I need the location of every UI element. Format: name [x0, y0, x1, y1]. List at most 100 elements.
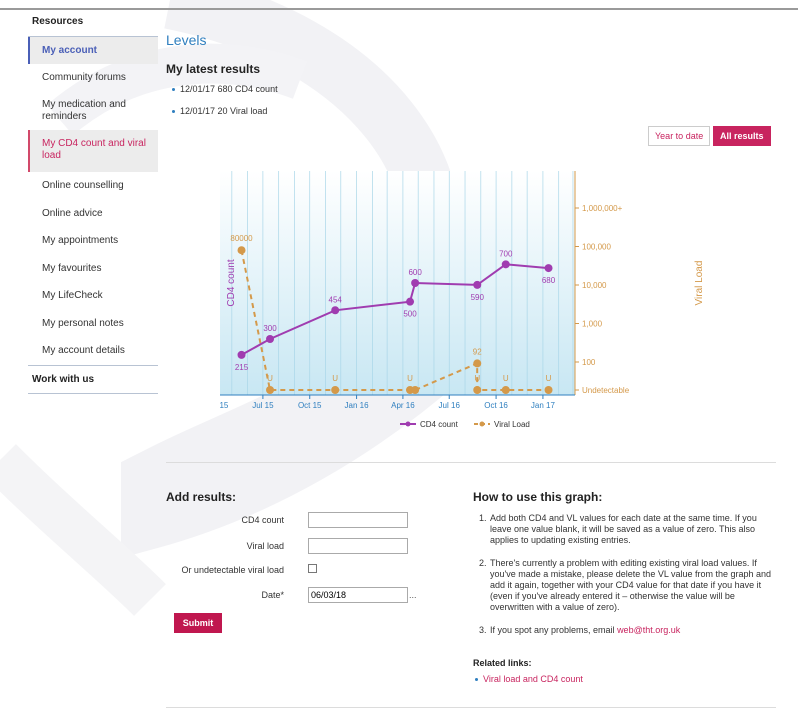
x-tick-label: Oct 16: [484, 401, 508, 410]
sidebar-item-online-advice[interactable]: Online advice: [28, 200, 158, 227]
viral-load-data-label: U: [503, 374, 509, 383]
list-item: 1. Add both CD4 and VL values for each d…: [479, 513, 774, 546]
viral-load-point: [501, 386, 510, 394]
right-tick-label: Undetectable: [582, 386, 630, 395]
cd4-count-data-label: 590: [471, 293, 485, 302]
viral-load-point: [473, 386, 482, 394]
x-tick-label: Jan 17: [531, 401, 556, 410]
viral-load-data-label: 80000: [230, 234, 253, 243]
undetectable-label: Or undetectable viral load: [181, 565, 284, 575]
plot-background: [220, 171, 575, 395]
cd4-count-point: [544, 264, 553, 273]
x-tick-label: Apr 16: [391, 401, 415, 410]
sidebar: Resources My account Community forums My…: [28, 10, 158, 394]
right-axis-title: Viral Load: [694, 261, 705, 306]
year-to-date-button[interactable]: Year to date: [648, 126, 711, 146]
submit-button[interactable]: Submit: [174, 613, 222, 633]
viral-load-point: [544, 386, 553, 394]
how-to-steps: 1. Add both CD4 and VL values for each d…: [479, 513, 774, 636]
cd4-count-input[interactable]: [308, 512, 408, 528]
cd4-count-data-label: 700: [499, 249, 513, 258]
legend-viral-marker: [479, 421, 485, 427]
bullet-icon: [172, 88, 175, 92]
page-title: Levels: [166, 32, 207, 48]
viral-load-data-label: U: [332, 374, 338, 383]
step-text: There's currently a problem with editing…: [490, 558, 772, 612]
divider: [166, 707, 776, 708]
sidebar-item-online-counselling[interactable]: Online counselling: [28, 172, 158, 200]
viral-load-data-label: U: [407, 374, 413, 383]
sidebar-item-my-account[interactable]: My account: [28, 37, 158, 64]
cd4-count-point: [406, 297, 415, 306]
cd4-count-point: [501, 260, 510, 269]
email-link[interactable]: web@tht.org.uk: [617, 625, 680, 635]
sidebar-item-favourites[interactable]: My favourites: [28, 255, 158, 282]
sidebar-item-work-with-us[interactable]: Work with us: [28, 366, 158, 393]
viral-load-point: [266, 386, 275, 394]
undetectable-checkbox[interactable]: [308, 564, 317, 573]
related-link-item[interactable]: Viral load and CD4 count: [475, 674, 583, 684]
latest-results-heading: My latest results: [166, 62, 261, 76]
results-chart: 020040060080010001200Undetectable1001,00…: [220, 171, 705, 429]
x-tick-label: Jan 16: [345, 401, 370, 410]
viral-load-data-label: U: [474, 374, 480, 383]
how-to-heading: How to use this graph:: [473, 490, 603, 504]
bullet-icon: [475, 678, 478, 682]
x-tick-label: Oct 15: [298, 401, 322, 410]
related-links-heading: Related links:: [473, 658, 532, 668]
cd4-count-label: CD4 count: [241, 515, 284, 525]
right-tick-label: 10,000: [582, 281, 607, 290]
cd4-count-data-label: 680: [542, 276, 556, 285]
step-text: Add both CD4 and VL values for each date…: [490, 513, 757, 545]
right-tick-label: 1,000,000+: [582, 204, 623, 213]
sidebar-item-medication[interactable]: My medication and reminders: [28, 92, 158, 130]
viral-load-point: [473, 359, 482, 368]
list-item: 3. If you spot any problems, email web@t…: [479, 625, 774, 636]
cd4-count-data-label: 215: [235, 363, 249, 372]
viral-load-data-label: U: [546, 374, 552, 383]
sidebar-item-lifecheck[interactable]: My LifeCheck: [28, 282, 158, 310]
cd4-count-point: [237, 350, 246, 359]
cd4-count-point: [266, 335, 275, 343]
related-link-text[interactable]: Viral load and CD4 count: [483, 674, 583, 684]
cd4-count-data-label: 500: [403, 310, 417, 319]
sidebar-item-cd4-viral-load[interactable]: My CD4 count and viral load: [28, 130, 158, 172]
viral-load-point: [331, 386, 340, 394]
step-number: 3.: [479, 625, 487, 635]
legend-cd4-label: CD4 count: [420, 420, 459, 429]
viral-load-input[interactable]: [308, 538, 408, 554]
x-tick-label: Jul 15: [252, 401, 274, 410]
date-picker-button[interactable]: ...: [409, 590, 417, 600]
date-input[interactable]: [308, 587, 408, 603]
latest-result-text: 12/01/17 680 CD4 count: [180, 84, 278, 94]
cd4-count-point: [331, 306, 340, 315]
legend-cd4-marker: [405, 421, 411, 427]
viral-load-data-label: U: [267, 374, 273, 383]
right-tick-label: 100,000: [582, 243, 611, 252]
step-number: 1.: [479, 513, 487, 523]
add-results-heading: Add results:: [166, 490, 237, 504]
sidebar-header: Resources: [32, 16, 84, 27]
latest-results-list: 12/01/17 680 CD4 count 12/01/17 20 Viral…: [172, 84, 278, 128]
list-item: 12/01/17 20 Viral load: [172, 106, 278, 128]
list-item: 12/01/17 680 CD4 count: [172, 84, 278, 106]
right-tick-label: 100: [582, 358, 596, 367]
x-tick-label: Jul 16: [439, 401, 461, 410]
bullet-icon: [172, 110, 175, 114]
date-label: Date*: [261, 590, 284, 600]
sidebar-item-personal-notes[interactable]: My personal notes: [28, 310, 158, 337]
sidebar-item-appointments[interactable]: My appointments: [28, 227, 158, 255]
cd4-count-data-label: 300: [263, 324, 277, 333]
cd4-count-point: [411, 279, 420, 287]
cd4-count-data-label: 454: [329, 295, 343, 304]
divider: [166, 462, 776, 463]
viral-load-data-label: 92: [473, 347, 482, 356]
all-results-button[interactable]: All results: [713, 126, 771, 146]
viral-load-point: [411, 386, 420, 394]
left-axis-title: CD4 count: [226, 259, 237, 306]
viral-load-label: Viral load: [246, 541, 284, 551]
sidebar-item-community-forums[interactable]: Community forums: [28, 64, 158, 92]
legend-viral-label: Viral Load: [494, 420, 530, 429]
step-text: If you spot any problems, email: [490, 625, 618, 635]
sidebar-item-account-details[interactable]: My account details: [28, 337, 158, 365]
